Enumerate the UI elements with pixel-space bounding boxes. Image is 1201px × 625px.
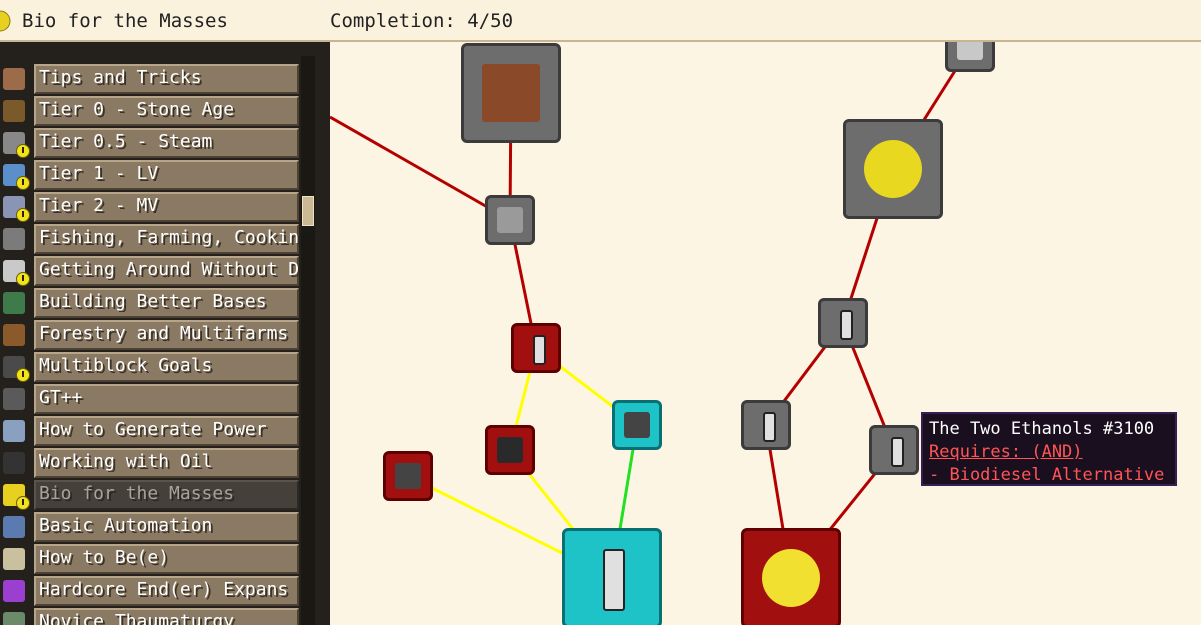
quest-node-cell-red[interactable]: [511, 323, 561, 373]
sidebar-item-label: Novice Thaumaturgy: [39, 611, 235, 625]
sidebar-item[interactable]: GT++: [0, 384, 300, 415]
quest-node-cyan-machine[interactable]: [612, 400, 662, 450]
quest-node-cell-orange-top[interactable]: [818, 298, 868, 348]
lightning-gear-icon: [3, 420, 29, 444]
sidebar-item[interactable]: Tier 0 - Stone Age: [0, 96, 300, 127]
sidebar-item-label: Basic Automation: [39, 515, 213, 536]
sidebar-item[interactable]: How to Generate Power: [0, 416, 300, 447]
warning-icon: [16, 272, 30, 286]
bio-flower-icon: [0, 10, 11, 32]
scrollbar-thumb[interactable]: [302, 196, 314, 226]
warning-icon: [16, 368, 30, 382]
bookshelf-icon: [3, 292, 29, 316]
warning-icon: [16, 176, 30, 190]
steam-icon: [3, 132, 30, 158]
brown-machine-icon: [482, 64, 540, 122]
sidebar-item-label: Building Better Bases: [39, 291, 267, 312]
sidebar-item-label: Tier 2 - MV: [39, 195, 159, 216]
sidebar-item-label: Tier 0 - Stone Age: [39, 99, 235, 120]
sidebar-item-label: Fishing, Farming, Cooking: [39, 227, 299, 248]
scroll-icon: [3, 68, 29, 92]
sidebar-item[interactable]: Getting Around Without Dyi: [0, 256, 300, 287]
ender-crystal-icon: [3, 580, 29, 604]
quest-node-cell-left[interactable]: [741, 400, 791, 450]
mv-machine-icon: [3, 196, 30, 222]
sidebar-item[interactable]: Forestry and Multifarms: [0, 320, 300, 351]
quest-node-top-right-small[interactable]: [945, 42, 995, 72]
dark-block-icon: [497, 437, 523, 463]
machine-icon: [624, 412, 650, 438]
cell-icon: [840, 310, 853, 340]
sidebar-item-label: How to Be(e): [39, 547, 170, 568]
warning-icon: [16, 144, 30, 158]
quest-node-pufferfish[interactable]: [843, 119, 943, 219]
conveyor-icon: [3, 516, 29, 540]
sidebar-item[interactable]: How to Be(e): [0, 544, 300, 575]
tooltip-requires: Requires: (AND): [929, 442, 1083, 462]
gtpp-machine-icon: [3, 388, 29, 412]
quest-node-bio-flower-big[interactable]: [741, 528, 841, 625]
sidebar-item-label: Hardcore End(er) Expans: [39, 579, 289, 600]
oil-bucket-icon: [3, 452, 29, 476]
cell-icon: [763, 412, 776, 442]
warning-icon: [16, 208, 30, 222]
sidebar-item[interactable]: Fishing, Farming, Cooking: [0, 224, 300, 255]
machine-icon: [395, 463, 421, 489]
header-bar: Bio for the Masses Completion: 4/50: [0, 0, 1201, 42]
sidebar-item-label: GT++: [39, 387, 83, 408]
tooltip-requirement: - Biodiesel Alternative: [929, 465, 1165, 485]
beehive-icon: [3, 548, 29, 572]
sidebar-item-label: Getting Around Without Dyi: [39, 259, 299, 280]
quest-node-cell-big-cyan[interactable]: [562, 528, 662, 625]
lv-machine-icon: [3, 164, 30, 190]
sidebar-item[interactable]: Basic Automation: [0, 512, 300, 543]
sidebar-item-label: Working with Oil: [39, 451, 213, 472]
sidebar-item[interactable]: Tier 0.5 - Steam: [0, 128, 300, 159]
boots-icon: [3, 260, 30, 286]
cell-icon: [533, 335, 546, 365]
pipe-icon: [957, 42, 983, 60]
sidebar-item[interactable]: Multiblock Goals: [0, 352, 300, 383]
quest-node-cell-right[interactable]: [869, 425, 919, 475]
sidebar-item-label: Bio for the Masses: [39, 483, 235, 504]
sidebar-item-label: How to Generate Power: [39, 419, 267, 440]
quest-node-dark-block[interactable]: [485, 425, 535, 475]
page-title: Bio for the Masses: [22, 10, 228, 32]
bio-flower-icon: [3, 484, 30, 510]
bio-flower-icon: [762, 549, 820, 607]
thaumcraft-icon: [3, 612, 29, 625]
quest-node-bio-machine-big[interactable]: [461, 43, 561, 143]
forestry-chest-icon: [3, 324, 29, 348]
sidebar-scrollbar[interactable]: [301, 56, 315, 625]
sidebar-item[interactable]: Tier 2 - MV: [0, 192, 300, 223]
cell-icon: [891, 437, 904, 467]
quest-line-sidebar: Tips and Tricks Tier 0 - Stone Age Tier 0.…: [0, 42, 330, 625]
pickaxe-icon: [3, 100, 29, 124]
cell-icon: [603, 549, 625, 611]
sidebar-item-label: Tier 0.5 - Steam: [39, 131, 213, 152]
sidebar-item-label: Multiblock Goals: [39, 355, 213, 376]
pufferfish-icon: [864, 140, 922, 198]
sidebar-item[interactable]: Tips and Tricks: [0, 64, 300, 95]
completion-counter: Completion: 4/50: [330, 10, 514, 32]
casing-icon: [497, 207, 523, 233]
sidebar-item[interactable]: Bio for the Masses: [0, 480, 300, 511]
sidebar-item-label: Tier 1 - LV: [39, 163, 159, 184]
sidebar-item[interactable]: Novice Thaumaturgy: [0, 608, 300, 625]
quest-map[interactable]: [330, 42, 1201, 625]
sidebar-item[interactable]: Building Better Bases: [0, 288, 300, 319]
sidebar-item-label: Tips and Tricks: [39, 67, 202, 88]
sidebar-item[interactable]: Hardcore End(er) Expans: [0, 576, 300, 607]
sidebar-item-label: Forestry and Multifarms: [39, 323, 289, 344]
quest-node-casing-small[interactable]: [485, 195, 535, 245]
quest-tooltip: The Two Ethanols #3100 Requires: (AND) -…: [921, 412, 1177, 486]
tooltip-title: The Two Ethanols #3100: [929, 419, 1155, 439]
sidebar-item[interactable]: Working with Oil: [0, 448, 300, 479]
quest-node-red-machine-left[interactable]: [383, 451, 433, 501]
multiblock-icon: [3, 356, 30, 382]
sidebar-item[interactable]: Tier 1 - LV: [0, 160, 300, 191]
warning-icon: [16, 496, 30, 510]
fishing-icon: [3, 228, 29, 252]
